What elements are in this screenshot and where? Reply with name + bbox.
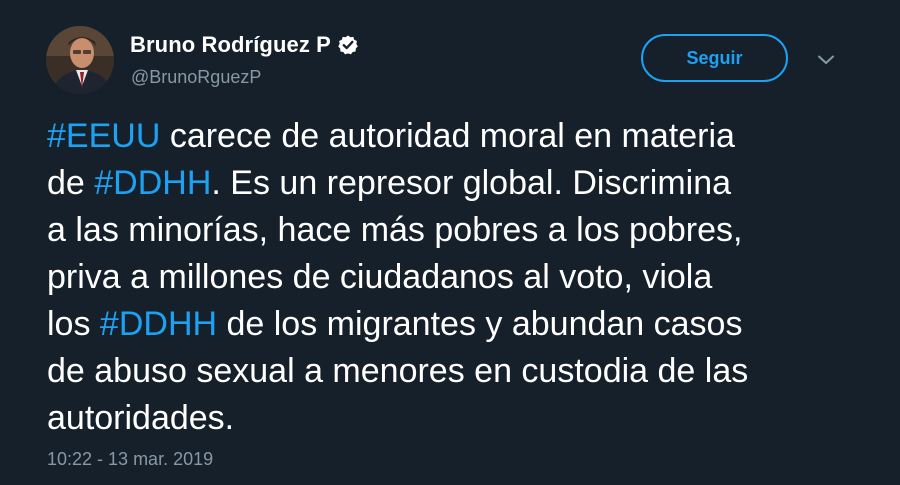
avatar-image <box>46 26 114 94</box>
tweet-text-line: de #DDHH. Es un represor global. Discrim… <box>47 160 867 207</box>
tweet-text-line: autoridades. <box>47 395 867 442</box>
tweet-text-segment: de los migrantes y abundan casos <box>217 305 743 343</box>
tweet-text-segment: los <box>47 305 100 343</box>
author-name-row: Bruno Rodríguez P <box>130 32 359 58</box>
tweet-text-segment: priva a millones de ciudadanos al voto, … <box>47 258 713 296</box>
tweet-text-segment: autoridades. <box>47 399 235 437</box>
tweet-text-line: los #DDHH de los migrantes y abundan cas… <box>47 301 867 348</box>
follow-button[interactable]: Seguir <box>641 34 788 82</box>
avatar[interactable] <box>46 26 114 94</box>
hashtag-link[interactable]: #DDHH <box>94 164 211 202</box>
tweet-text-segment: de abuso sexual a menores en custodia de… <box>47 352 749 390</box>
tweet-text: #EEUU carece de autoridad moral en mater… <box>47 113 867 442</box>
tweet-text-segment: a las minorías, hace más pobres a los po… <box>47 211 743 249</box>
tweet-text-line: #EEUU carece de autoridad moral en mater… <box>47 113 867 160</box>
tweet-text-segment: carece de autoridad moral en materia <box>160 117 735 155</box>
tweet-card: Bruno Rodríguez P @BrunoRguezP Seguir #E… <box>0 0 900 485</box>
tweet-text-line: a las minorías, hace más pobres a los po… <box>47 207 867 254</box>
tweet-text-segment: de <box>47 164 95 202</box>
tweet-timestamp[interactable]: 10:22 - 13 mar. 2019 <box>47 449 213 470</box>
tweet-text-line: de abuso sexual a menores en custodia de… <box>47 348 867 395</box>
author-display-name[interactable]: Bruno Rodríguez P <box>130 32 331 58</box>
author-handle[interactable]: @BrunoRguezP <box>131 67 261 88</box>
verified-badge-icon <box>337 34 359 56</box>
hashtag-link[interactable]: #DDHH <box>100 305 217 343</box>
chevron-down-icon <box>818 55 834 64</box>
tweet-text-line: priva a millones de ciudadanos al voto, … <box>47 254 867 301</box>
tweet-menu-button[interactable] <box>812 48 840 72</box>
hashtag-link[interactable]: #EEUU <box>47 117 160 155</box>
tweet-text-segment: . Es un represor global. Discrimina <box>211 164 732 202</box>
